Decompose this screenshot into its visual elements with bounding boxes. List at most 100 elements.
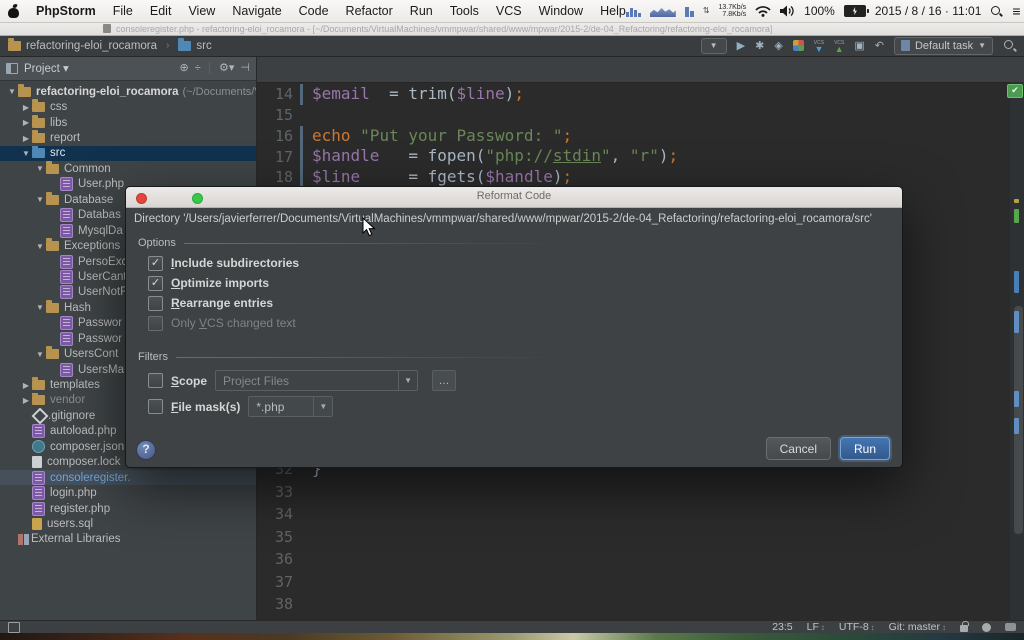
hide-panel-icon[interactable]: ⊣ — [240, 62, 250, 74]
apps-grid-icon[interactable] — [793, 40, 804, 51]
tree-item-src[interactable]: ▼src — [0, 146, 256, 161]
checkbox[interactable]: ✓ — [148, 276, 163, 291]
tree-item-external-libraries[interactable]: External Libraries — [0, 532, 256, 547]
history-dropdown[interactable]: ▼ — [701, 38, 727, 54]
lock-icon[interactable] — [960, 625, 968, 632]
option-include-subdirectories[interactable]: ✓Include subdirectories — [148, 253, 299, 273]
tree-expand-arrow[interactable]: ▼ — [20, 149, 32, 158]
checkbox[interactable] — [148, 296, 163, 311]
menu-tools[interactable]: Tools — [450, 4, 479, 18]
checkbox[interactable] — [148, 316, 163, 331]
spotlight-icon[interactable] — [990, 5, 1003, 18]
tree-item-common[interactable]: ▼Common — [0, 161, 256, 176]
scroll-to-source-icon[interactable]: ⊕ — [180, 62, 189, 74]
chevron-down-icon[interactable]: ▼ — [313, 397, 332, 416]
run-button-icon[interactable]: ▶ — [737, 39, 745, 53]
collapse-all-icon[interactable]: ÷ — [195, 62, 201, 74]
menu-code[interactable]: Code — [299, 4, 329, 18]
code-line-17[interactable]: 17$handle = fopen("php://stdin", "r"); — [257, 146, 1010, 167]
code-line-37[interactable]: 37 — [257, 571, 1010, 594]
browse-scope-button[interactable]: … — [432, 370, 456, 391]
activity-graph-icon[interactable] — [650, 5, 676, 17]
tree-item-report[interactable]: ▶report — [0, 130, 256, 145]
line-number[interactable]: 16 — [257, 127, 300, 145]
help-button[interactable]: ? — [136, 440, 156, 460]
menu-view[interactable]: View — [188, 4, 215, 18]
line-number[interactable]: 15 — [257, 106, 300, 124]
status-lf[interactable]: LF↕ — [807, 621, 825, 633]
tree-expand-arrow[interactable]: ▼ — [34, 164, 46, 173]
event-log-icon[interactable] — [1005, 623, 1016, 631]
volume-icon[interactable] — [780, 5, 795, 17]
error-stripe[interactable] — [1010, 82, 1024, 620]
line-number[interactable]: 35 — [257, 528, 300, 546]
line-number[interactable]: 18 — [257, 168, 300, 186]
menu-window[interactable]: Window — [539, 4, 583, 18]
stripe-mark-warning[interactable] — [1014, 199, 1019, 203]
code-line-35[interactable]: 35 — [257, 526, 1010, 549]
line-number[interactable]: 38 — [257, 595, 300, 613]
search-everywhere-icon[interactable] — [1003, 39, 1016, 52]
tree-expand-arrow[interactable]: ▶ — [20, 134, 32, 143]
scope-combobox[interactable]: Project Files ▼ — [215, 370, 418, 391]
line-number[interactable]: 33 — [257, 483, 300, 501]
code-line-14[interactable]: 14$email = trim($line); — [257, 84, 1010, 105]
tree-expand-arrow[interactable]: ▼ — [34, 350, 46, 359]
menu-vcs[interactable]: VCS — [496, 4, 522, 18]
inspections-profile-icon[interactable] — [982, 623, 991, 632]
tree-expand-arrow[interactable]: ▼ — [34, 195, 46, 204]
menu-refactor[interactable]: Refactor — [346, 4, 393, 18]
cpu-meter-icon[interactable] — [626, 5, 641, 17]
cancel-button[interactable]: Cancel — [766, 437, 831, 460]
code-line-15[interactable]: 15 — [257, 105, 1010, 126]
vcs-commit-icon[interactable]: VCS▲ — [834, 40, 844, 52]
menu-help[interactable]: Help — [600, 4, 626, 18]
wifi-icon[interactable] — [755, 5, 771, 17]
scrollbar-thumb[interactable] — [1014, 306, 1023, 534]
breadcrumb-item[interactable]: refactoring-eloi_rocamora — [26, 40, 157, 52]
tree-item-login-php[interactable]: login.php — [0, 485, 256, 500]
breadcrumb-item[interactable]: src — [196, 40, 211, 52]
line-number[interactable]: 34 — [257, 505, 300, 523]
tree-expand-arrow[interactable]: ▶ — [20, 118, 32, 127]
tree-expand-arrow[interactable]: ▼ — [34, 242, 46, 251]
apple-menu-icon[interactable] — [8, 5, 19, 18]
run-button[interactable]: Run — [840, 437, 890, 460]
menu-file[interactable]: File — [113, 4, 133, 18]
tree-item-users-sql[interactable]: users.sql — [0, 516, 256, 531]
tree-expand-arrow[interactable]: ▶ — [20, 396, 32, 405]
code-line-36[interactable]: 36 — [257, 548, 1010, 571]
file-mask-combobox[interactable]: *.php ▼ — [248, 396, 333, 417]
tree-item-libs[interactable]: ▶libs — [0, 115, 256, 130]
file-mask-checkbox[interactable] — [148, 399, 163, 414]
tree-expand-arrow[interactable]: ▶ — [20, 381, 32, 390]
settings-icon[interactable]: ✱ — [755, 39, 764, 53]
dialog-titlebar[interactable]: Reformat Code — [126, 187, 902, 208]
menu-navigate[interactable]: Navigate — [232, 4, 281, 18]
option-only-vcs-changed-text[interactable]: Only VCS changed text — [148, 313, 299, 333]
option-rearrange-entries[interactable]: Rearrange entries — [148, 293, 299, 313]
option-optimize-imports[interactable]: ✓Optimize imports — [148, 273, 299, 293]
chevron-down-icon[interactable]: ▼ — [398, 371, 417, 390]
line-number[interactable]: 37 — [257, 573, 300, 591]
inspection-status-icon[interactable]: ✔ — [1007, 84, 1023, 98]
line-number[interactable]: 14 — [257, 85, 300, 103]
caret-position[interactable]: 23:5 — [772, 621, 792, 633]
code-line-38[interactable]: 38 — [257, 593, 1010, 616]
code-line-33[interactable]: 33 — [257, 481, 1010, 504]
scope-checkbox[interactable] — [148, 373, 163, 388]
line-number[interactable]: 17 — [257, 148, 300, 166]
tree-item-register-php[interactable]: register.php — [0, 501, 256, 516]
stripe-mark-ok[interactable] — [1014, 209, 1019, 223]
tree-item-refactoring-eloi-rocamora[interactable]: ▼refactoring-eloi_rocamora(~/Documents/V… — [0, 84, 256, 99]
code-line-18[interactable]: 18$line = fgets($handle); — [257, 167, 1010, 188]
changes-icon[interactable]: ▣ — [854, 39, 864, 53]
stripe-mark-change[interactable] — [1014, 271, 1019, 293]
notification-center-icon[interactable]: ≡ — [1012, 5, 1020, 17]
tool-window-toggle-icon[interactable] — [8, 622, 20, 633]
line-number[interactable]: 36 — [257, 550, 300, 568]
battery-icon[interactable] — [844, 5, 866, 17]
gear-icon[interactable]: ⚙▾ — [219, 62, 234, 74]
battery-percent[interactable]: 100% — [804, 4, 835, 18]
network-speed[interactable]: 13.7Kb/s 7.8Kb/s — [719, 4, 747, 19]
